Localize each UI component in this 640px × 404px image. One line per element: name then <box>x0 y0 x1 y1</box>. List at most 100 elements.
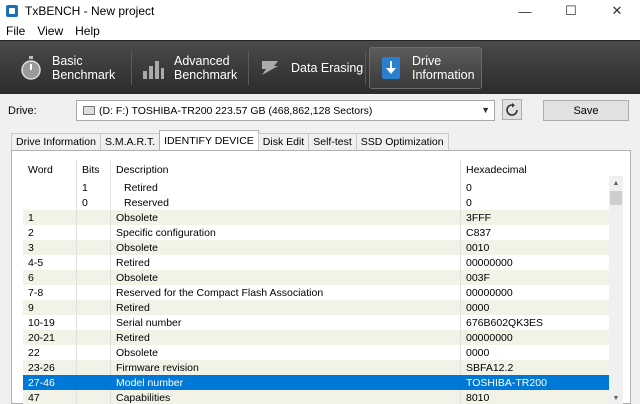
drive-information-button[interactable]: Drive Information <box>369 47 482 89</box>
refresh-button[interactable] <box>502 99 522 120</box>
maximize-button[interactable]: ☐ <box>548 0 594 22</box>
cell-description: Capabilities <box>110 390 460 404</box>
cell-hexadecimal: 0010 <box>460 240 609 255</box>
column-header-word[interactable]: Word <box>23 160 76 180</box>
cell-hexadecimal: 3FFF <box>460 210 609 225</box>
close-button[interactable]: ✕ <box>594 0 640 22</box>
vertical-scrollbar[interactable]: ▲ ▼ <box>609 176 623 404</box>
cell-bits <box>76 210 110 225</box>
cell-hexadecimal: 0 <box>460 195 609 210</box>
tab-strip: Drive Information S.M.A.R.T. IDENTIFY DE… <box>11 130 449 150</box>
cell-word <box>23 180 76 195</box>
table-row[interactable]: 6 Obsolete 003F <box>23 270 609 285</box>
scroll-thumb[interactable] <box>610 191 622 205</box>
basic-benchmark-label: Basic Benchmark <box>52 54 116 82</box>
cell-hexadecimal: SBFA12.2 <box>460 360 609 375</box>
table-row[interactable]: 22 Obsolete 0000 <box>23 345 609 360</box>
cell-description: Obsolete <box>110 240 460 255</box>
data-erasing-label: Data Erasing <box>291 61 364 75</box>
cell-bits: 1 <box>76 180 110 195</box>
cell-description: Obsolete <box>110 345 460 360</box>
tab-identify-device[interactable]: IDENTIFY DEVICE <box>159 130 259 150</box>
cell-hexadecimal: 676B602QK3ES <box>460 315 609 330</box>
cell-bits <box>76 270 110 285</box>
cell-word <box>23 195 76 210</box>
drive-select[interactable]: (D: F:) TOSHIBA-TR200 223.57 GB (468,862… <box>76 100 495 121</box>
cell-bits <box>76 330 110 345</box>
tab-disk-edit[interactable]: Disk Edit <box>257 133 310 150</box>
cell-bits <box>76 390 110 404</box>
cell-bits <box>76 225 110 240</box>
cell-word: 1 <box>28 211 34 224</box>
cell-hexadecimal: 00000000 <box>460 330 609 345</box>
table-row[interactable]: 27-46 Model number TOSHIBA-TR200 <box>23 375 609 390</box>
window-title: TxBENCH - New project <box>25 4 155 18</box>
cell-word: 47 <box>28 391 40 404</box>
advanced-benchmark-button[interactable]: Advanced Benchmark <box>132 47 247 89</box>
tab-smart[interactable]: S.M.A.R.T. <box>99 133 161 150</box>
drive-row: Drive: (D: F:) TOSHIBA-TR200 223.57 GB (… <box>0 96 640 126</box>
menu-help[interactable]: Help <box>75 24 100 38</box>
menu-bar: File View Help <box>0 22 640 40</box>
cell-hexadecimal: 0000 <box>460 300 609 315</box>
table-row[interactable]: 1 Retired 0 <box>23 180 609 195</box>
title-bar: TxBENCH - New project — ☐ ✕ <box>0 0 640 22</box>
table-row[interactable]: 47 Capabilities 8010 <box>23 390 609 404</box>
table-row[interactable]: 0 Reserved 0 <box>23 195 609 210</box>
cell-description: Specific configuration <box>110 225 460 240</box>
data-erasing-button[interactable]: Data Erasing <box>249 47 364 89</box>
cell-word: 2 <box>28 226 34 239</box>
cell-bits <box>76 240 110 255</box>
scroll-down-icon[interactable]: ▼ <box>609 391 623 404</box>
table-row[interactable]: 1 Obsolete 3FFF <box>23 210 609 225</box>
table-row[interactable]: 9 Retired 0000 <box>23 300 609 315</box>
table-row[interactable]: 20-21 Retired 00000000 <box>23 330 609 345</box>
tab-ssd-optimization[interactable]: SSD Optimization <box>355 133 449 150</box>
tab-drive-information[interactable]: Drive Information <box>11 133 101 150</box>
identify-device-panel: Word Bits Description Hexadecimal 1 Retir… <box>11 150 631 404</box>
cell-description: Model number <box>110 375 460 390</box>
eraser-icon <box>257 55 283 81</box>
menu-view[interactable]: View <box>37 24 63 38</box>
table-row[interactable]: 10-19 Serial number 676B602QK3ES <box>23 315 609 330</box>
drive-select-value: (D: F:) TOSHIBA-TR200 223.57 GB (468,862… <box>99 104 373 117</box>
cell-bits <box>76 285 110 300</box>
basic-benchmark-button[interactable]: Basic Benchmark <box>10 47 130 89</box>
menu-file[interactable]: File <box>6 24 25 38</box>
cell-word: 23-26 <box>28 361 55 374</box>
cell-hexadecimal: 0000 <box>460 345 609 360</box>
table-header: Word Bits Description Hexadecimal <box>23 160 609 180</box>
scroll-up-icon[interactable]: ▲ <box>609 176 623 190</box>
cell-description: Reserved for the Compact Flash Associati… <box>110 285 460 300</box>
table-row[interactable]: 3 Obsolete 0010 <box>23 240 609 255</box>
cell-bits <box>76 255 110 270</box>
cell-hexadecimal: 8010 <box>460 390 609 404</box>
minimize-button[interactable]: — <box>502 0 548 22</box>
cell-description: Obsolete <box>110 270 460 285</box>
chevron-down-icon: ▼ <box>481 105 490 115</box>
table-row[interactable]: 23-26 Firmware revision SBFA12.2 <box>23 360 609 375</box>
save-button[interactable]: Save <box>543 100 629 121</box>
cell-description: Retired <box>110 180 460 195</box>
tab-self-test[interactable]: Self-test <box>308 133 357 150</box>
stopwatch-icon <box>18 55 44 81</box>
drive-label: Drive: <box>8 105 37 117</box>
table-row[interactable]: 7-8 Reserved for the Compact Flash Associ… <box>23 285 609 300</box>
cell-word: 22 <box>28 346 40 359</box>
column-header-bits[interactable]: Bits <box>76 160 110 180</box>
identify-device-table: Word Bits Description Hexadecimal 1 Retir… <box>23 160 609 404</box>
drive-information-label: Drive Information <box>412 54 475 82</box>
table-row[interactable]: 2 Specific configuration C837 <box>23 225 609 240</box>
cell-hexadecimal: 0 <box>460 180 609 195</box>
column-header-hexadecimal[interactable]: Hexadecimal <box>460 160 609 180</box>
cell-bits <box>76 360 110 375</box>
column-header-description[interactable]: Description <box>110 160 460 180</box>
cell-hexadecimal: C837 <box>460 225 609 240</box>
cell-word: 27-46 <box>28 376 55 389</box>
table-row[interactable]: 4-5 Retired 00000000 <box>23 255 609 270</box>
cell-word: 6 <box>28 271 34 284</box>
main-toolbar: Basic Benchmark Advanced Benchmark Data … <box>0 40 640 94</box>
cell-bits <box>76 300 110 315</box>
cell-hexadecimal: 00000000 <box>460 255 609 270</box>
cell-hexadecimal: 00000000 <box>460 285 609 300</box>
